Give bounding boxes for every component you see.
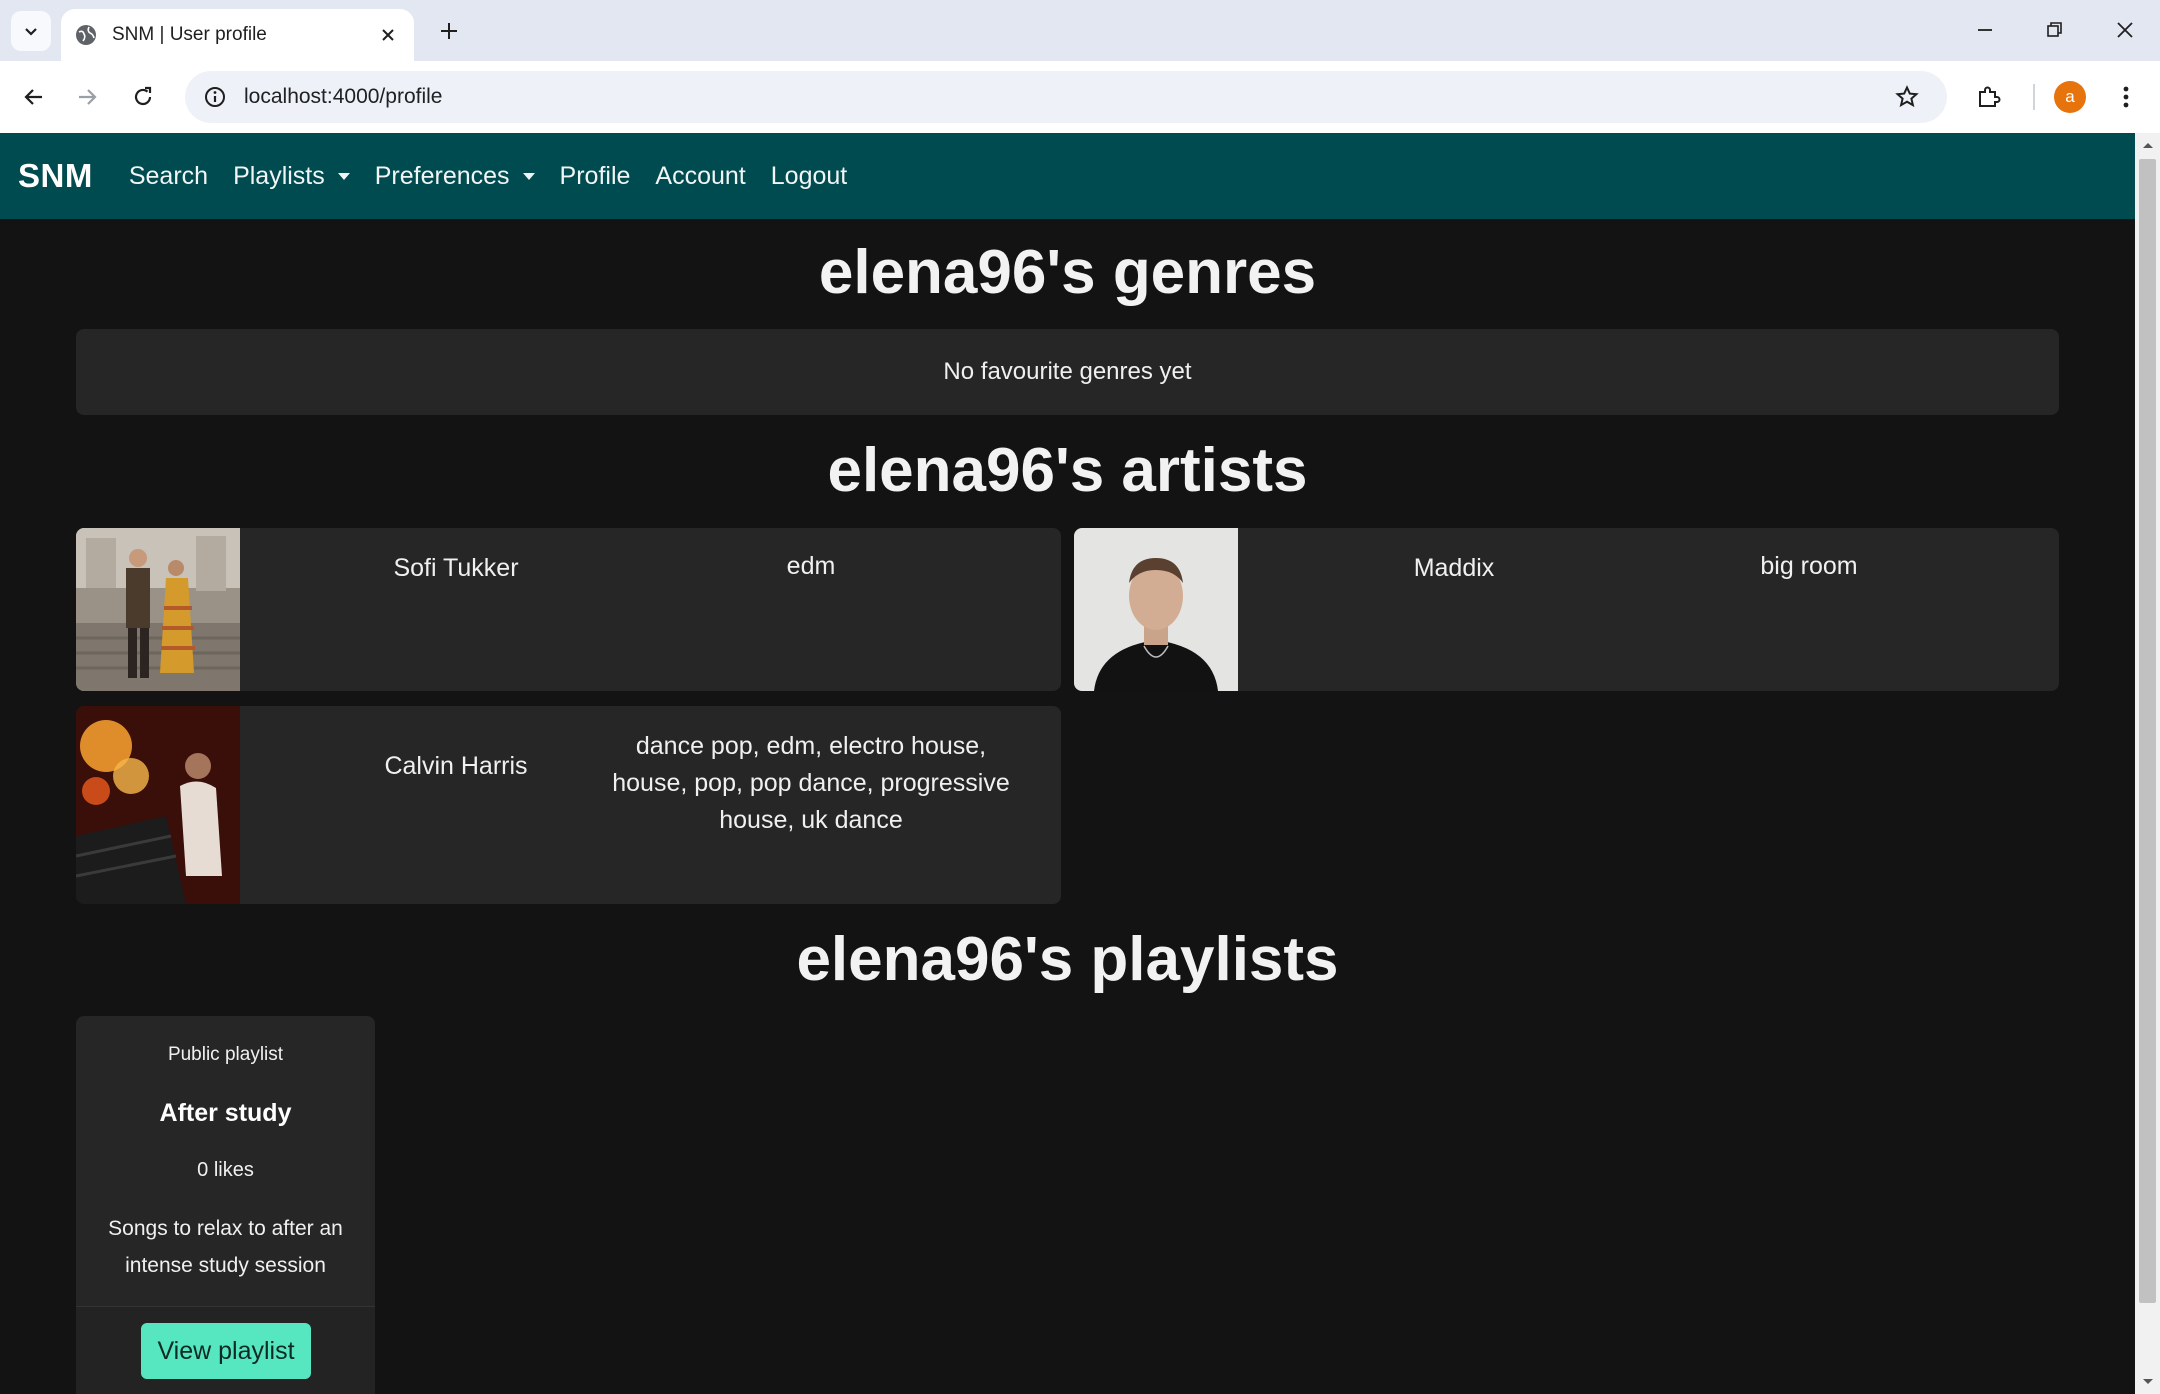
genres-card: No favourite genres yet bbox=[76, 329, 2059, 415]
restore-button[interactable] bbox=[2025, 8, 2085, 52]
triangle-down-icon bbox=[2142, 1379, 2153, 1384]
artist-card[interactable]: Sofi Tukker edm bbox=[76, 528, 1061, 691]
globe-icon bbox=[76, 25, 96, 45]
browser-tab-bar: SNM | User profile bbox=[0, 0, 2160, 61]
close-icon bbox=[382, 29, 394, 41]
nav-account[interactable]: Account bbox=[655, 162, 745, 191]
artist-card[interactable]: Calvin Harris dance pop, edm, electro ho… bbox=[76, 706, 1061, 904]
nav-search[interactable]: Search bbox=[129, 162, 208, 191]
puzzle-icon bbox=[1979, 86, 2001, 107]
new-tab-button[interactable] bbox=[430, 12, 468, 50]
playlist-visibility: Public playlist bbox=[167, 1044, 284, 1065]
url-text[interactable]: localhost:4000/profile bbox=[244, 85, 1885, 109]
nav-profile[interactable]: Profile bbox=[560, 162, 631, 191]
nav-playlists-dropdown[interactable]: Playlists bbox=[233, 162, 350, 191]
close-icon bbox=[2117, 22, 2133, 38]
playlists-heading: elena96's playlists bbox=[796, 925, 1339, 994]
tab-search-button[interactable] bbox=[11, 11, 51, 51]
artist-name: Sofi Tukker bbox=[393, 554, 519, 582]
playlist-likes: 0 likes bbox=[197, 1159, 254, 1181]
playlist-name: After study bbox=[159, 1099, 292, 1127]
tab-close-button[interactable] bbox=[372, 19, 404, 51]
tab-title: SNM | User profile bbox=[112, 24, 267, 45]
chevron-down-icon bbox=[25, 28, 37, 36]
view-playlist-button[interactable]: View playlist bbox=[141, 1323, 311, 1379]
artist-photo bbox=[76, 528, 240, 691]
browser-toolbar: localhost:4000/profile a bbox=[0, 61, 2160, 133]
artists-heading: elena96's artists bbox=[827, 436, 1308, 505]
restore-icon bbox=[2047, 22, 2062, 37]
back-button[interactable] bbox=[12, 75, 56, 119]
nav-logout[interactable]: Logout bbox=[771, 162, 847, 191]
bookmark-star-icon[interactable] bbox=[1885, 75, 1929, 119]
brand-logo[interactable]: SNM bbox=[18, 157, 93, 195]
arrow-left-icon bbox=[24, 89, 42, 105]
site-info-icon[interactable] bbox=[200, 82, 230, 112]
artist-photo bbox=[1074, 528, 1238, 691]
caret-down-icon bbox=[337, 172, 350, 180]
scrollbar-thumb[interactable] bbox=[2139, 159, 2156, 1303]
browser-tab[interactable]: SNM | User profile bbox=[61, 9, 414, 61]
playlist-description: Songs to relax to after an intense study… bbox=[108, 1217, 343, 1277]
profile-content: elena96's genres No favourite genres yet… bbox=[0, 219, 2135, 1394]
plus-icon bbox=[441, 23, 457, 39]
artist-genres: dance pop, edm, electro house, house, po… bbox=[612, 732, 1010, 834]
caret-down-icon bbox=[522, 172, 535, 180]
genres-heading: elena96's genres bbox=[818, 238, 1317, 307]
scroll-down-arrow[interactable] bbox=[2135, 1370, 2160, 1394]
artist-name: Calvin Harris bbox=[384, 752, 528, 780]
close-window-button[interactable] bbox=[2095, 8, 2155, 52]
toolbar-divider bbox=[2033, 84, 2035, 110]
browser-menu-button[interactable] bbox=[2104, 75, 2148, 119]
artist-genres: big room bbox=[1760, 552, 1858, 580]
artist-genres: edm bbox=[786, 552, 836, 580]
triangle-up-icon bbox=[2142, 143, 2153, 148]
extensions-button[interactable] bbox=[1967, 75, 2011, 119]
nav-preferences-dropdown[interactable]: Preferences bbox=[375, 162, 535, 191]
scroll-up-arrow[interactable] bbox=[2135, 133, 2160, 157]
site-navbar: SNM Search Playlists Preferences Profile… bbox=[0, 133, 2135, 219]
more-vertical-icon bbox=[2123, 86, 2129, 108]
minimize-icon bbox=[1978, 29, 1992, 31]
address-bar[interactable]: localhost:4000/profile bbox=[185, 71, 1947, 123]
forward-button[interactable] bbox=[65, 75, 109, 119]
genres-empty-text: No favourite genres yet bbox=[943, 358, 1192, 385]
profile-button[interactable]: a bbox=[2048, 75, 2092, 119]
reload-icon bbox=[134, 86, 152, 106]
artist-name: Maddix bbox=[1413, 554, 1495, 582]
minimize-button[interactable] bbox=[1955, 8, 2015, 52]
arrow-right-icon bbox=[79, 89, 97, 105]
playlist-card: Public playlist After study 0 likes Song… bbox=[76, 1016, 375, 1394]
artist-card[interactable]: Maddix big room bbox=[1074, 528, 2059, 691]
avatar: a bbox=[2054, 81, 2086, 113]
playlist-card-footer: View playlist bbox=[76, 1306, 375, 1394]
artist-photo bbox=[76, 706, 240, 904]
page-scrollbar[interactable] bbox=[2135, 133, 2160, 1394]
reload-button[interactable] bbox=[121, 75, 165, 119]
